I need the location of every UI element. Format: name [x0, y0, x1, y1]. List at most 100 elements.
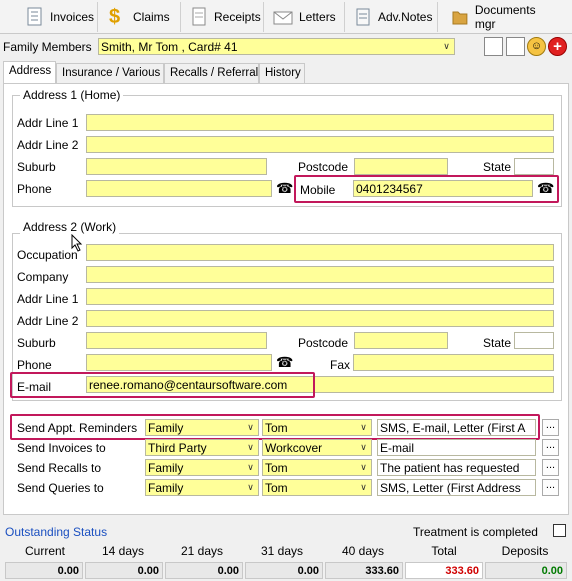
- status-head-14: 14 days: [101, 544, 145, 558]
- send-queries-method-value: SMS, Letter (First Address: [380, 481, 521, 495]
- address1-postcode-input[interactable]: [354, 158, 448, 175]
- send-appt-who-select[interactable]: Family ∨: [145, 419, 259, 436]
- tab-address[interactable]: Address: [3, 61, 56, 84]
- receipts-button[interactable]: Receipts: [182, 2, 264, 32]
- adv-notes-button[interactable]: Adv.Notes: [346, 2, 438, 32]
- chevron-down-icon[interactable]: ∨: [357, 481, 370, 494]
- tab-history[interactable]: History: [259, 63, 305, 83]
- adv-notes-label: Adv.Notes: [378, 10, 433, 24]
- address2-phone-input[interactable]: [86, 354, 272, 371]
- address1-mobile-input[interactable]: 0401234567: [353, 180, 533, 197]
- fax-input[interactable]: [353, 354, 554, 371]
- send-invoices-person-select[interactable]: Workcover ∨: [262, 439, 372, 456]
- chevron-down-icon[interactable]: ∨: [244, 421, 257, 434]
- status-head-total: Total: [431, 544, 457, 558]
- send-appt-method-value: SMS, E-mail, Letter (First A: [380, 421, 526, 435]
- status-value-total: 333.60: [405, 562, 483, 579]
- documents-mgr-label: Documents mgr: [474, 3, 536, 31]
- send-recalls-label: Send Recalls to: [17, 461, 102, 475]
- send-appt-method-field[interactable]: SMS, E-mail, Letter (First A: [377, 419, 536, 436]
- send-queries-who-select[interactable]: Family ∨: [145, 479, 259, 496]
- folder-icon: [452, 11, 468, 25]
- status-head-deposits: Deposits: [501, 544, 549, 558]
- status-value-31: 0.00: [245, 562, 323, 579]
- family-members-select[interactable]: Smith, Mr Tom , Card# 41 ∨: [98, 38, 455, 55]
- treatment-completed-label: Treatment is completed: [413, 525, 538, 539]
- address1-suburb-input[interactable]: [86, 158, 267, 175]
- send-invoices-more-button[interactable]: ...: [542, 439, 559, 456]
- address2-state-input[interactable]: [514, 332, 554, 349]
- letters-button[interactable]: Letters: [265, 2, 345, 32]
- send-queries-person-select[interactable]: Tom ∨: [262, 479, 372, 496]
- claims-button[interactable]: $ Claims: [99, 2, 181, 32]
- send-recalls-person-select[interactable]: Tom ∨: [262, 459, 372, 476]
- address2-suburb-input[interactable]: [86, 332, 267, 349]
- send-appt-more-button[interactable]: ...: [542, 419, 559, 436]
- treatment-completed-checkbox[interactable]: [553, 524, 566, 537]
- claims-label: Claims: [133, 10, 170, 24]
- send-invoices-who-select[interactable]: Third Party ∨: [145, 439, 259, 456]
- address1-state-input[interactable]: [514, 158, 554, 175]
- notes-icon: [356, 8, 370, 26]
- send-invoices-label: Send Invoices to: [17, 441, 106, 455]
- chevron-down-icon[interactable]: ∨: [244, 481, 257, 494]
- send-invoices-who-value: Third Party: [148, 441, 207, 455]
- chevron-down-icon[interactable]: ∨: [440, 40, 453, 53]
- send-appt-person-value: Tom: [265, 421, 288, 435]
- phone-icon[interactable]: ☎: [276, 181, 293, 195]
- status-head-40: 40 days: [341, 544, 385, 558]
- chevron-down-icon[interactable]: ∨: [244, 441, 257, 454]
- receipts-label: Receipts: [214, 10, 261, 24]
- chevron-down-icon[interactable]: ∨: [244, 461, 257, 474]
- chevron-down-icon[interactable]: ∨: [357, 461, 370, 474]
- send-queries-method-field[interactable]: SMS, Letter (First Address: [377, 479, 536, 496]
- status-head-current: Current: [24, 544, 65, 558]
- outstanding-status-title: Outstanding Status: [5, 525, 108, 539]
- email-value: renee.romano@centaursoftware.com: [89, 378, 288, 392]
- face-icon[interactable]: ☺: [527, 37, 546, 56]
- send-appt-person-select[interactable]: Tom ∨: [262, 419, 372, 436]
- family-members-value: Smith, Mr Tom , Card# 41: [101, 40, 238, 54]
- mobile-phone-icon[interactable]: ☎: [537, 181, 554, 195]
- address2-phone-label: Phone: [17, 358, 52, 372]
- add-icon[interactable]: +: [548, 37, 567, 56]
- address1-phone-input[interactable]: [86, 180, 272, 197]
- chevron-down-icon[interactable]: ∨: [357, 441, 370, 454]
- blank-button-1[interactable]: [484, 37, 503, 56]
- invoices-label: Invoices: [50, 10, 95, 24]
- address2-postcode-input[interactable]: [354, 332, 448, 349]
- send-appt-who-value: Family: [148, 421, 184, 435]
- work-phone-icon[interactable]: ☎: [276, 355, 293, 369]
- email-input[interactable]: renee.romano@centaursoftware.com: [86, 376, 554, 393]
- invoice-icon: [27, 7, 42, 26]
- send-recalls-who-select[interactable]: Family ∨: [145, 459, 259, 476]
- company-input[interactable]: [86, 266, 554, 283]
- occupation-label: Occupation: [17, 248, 78, 262]
- occupation-input[interactable]: [86, 244, 554, 261]
- send-queries-more-button[interactable]: ...: [542, 479, 559, 496]
- tab-insurance[interactable]: Insurance / Various: [56, 63, 164, 83]
- address2-line1-input[interactable]: [86, 288, 554, 305]
- tab-recalls[interactable]: Recalls / Referral: [164, 63, 259, 83]
- chevron-down-icon[interactable]: ∨: [357, 421, 370, 434]
- receipt-icon: [192, 7, 206, 26]
- documents-mgr-button[interactable]: Documents mgr: [439, 2, 559, 32]
- address2-postcode-label: Postcode: [298, 336, 349, 350]
- send-recalls-more-button[interactable]: ...: [542, 459, 559, 476]
- address2-line1-label: Addr Line 1: [17, 292, 79, 306]
- send-recalls-method-field[interactable]: The patient has requested: [377, 459, 536, 476]
- address1-line2-input[interactable]: [86, 136, 554, 153]
- address1-state-label: State: [483, 160, 512, 174]
- status-value-current: 0.00: [5, 562, 83, 579]
- send-invoices-method-field[interactable]: E-mail: [377, 439, 536, 456]
- address1-line1-input[interactable]: [86, 114, 554, 131]
- address1-line1-label: Addr Line 1: [17, 116, 79, 130]
- send-queries-person-value: Tom: [265, 481, 288, 495]
- address1-mobile-label: Mobile: [300, 183, 336, 197]
- company-label: Company: [17, 270, 69, 284]
- tab-address-label: Address: [9, 65, 52, 77]
- blank-button-2[interactable]: [506, 37, 525, 56]
- address2-line2-input[interactable]: [86, 310, 554, 327]
- address1-line2-label: Addr Line 2: [17, 138, 79, 152]
- invoices-button[interactable]: Invoices: [0, 2, 98, 32]
